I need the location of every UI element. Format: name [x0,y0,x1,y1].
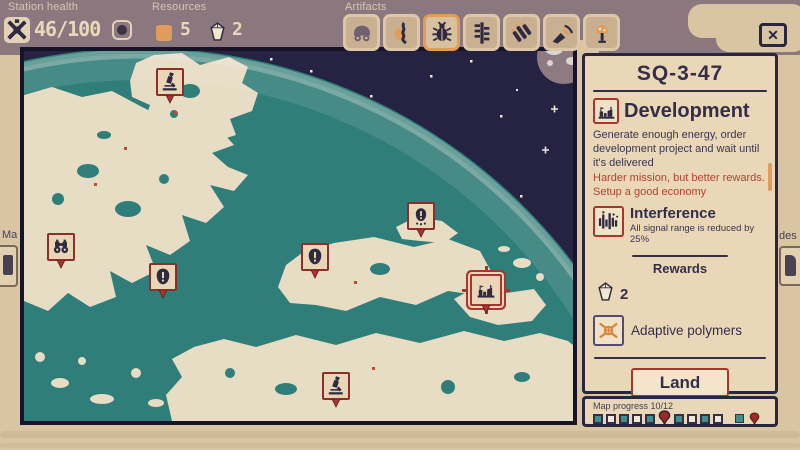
map-progress-panel: Map progress 10/12 [582,396,778,427]
marker-pin-icon [55,260,67,269]
legend-square [735,414,744,423]
development-icon [470,274,502,306]
modifier-name: Interference [630,206,767,222]
reward-gem-count: 2 [620,286,628,303]
background-left-button[interactable] [0,245,18,287]
divider [594,357,766,359]
marker-pin-icon [480,305,492,314]
repair-badge-icon [112,20,132,40]
divider [632,255,728,257]
progress-square [674,414,684,424]
map-marker-microscope[interactable] [322,372,350,408]
interference-icon [593,206,624,237]
microscope-icon [322,372,350,400]
marker-pin-icon [415,229,427,238]
artifact-slot-row [343,14,620,51]
divider [593,90,767,92]
progress-pin-icon [658,410,671,425]
map-progress-squares [593,412,767,425]
background-left-label: Ma [2,229,17,241]
background-right-button[interactable] [779,246,800,286]
planet-map [20,47,577,425]
lamp-artifact-slot[interactable] [583,14,620,51]
map-progress-label: Map progress 10/12 [593,401,767,411]
marker-pin-icon [157,290,169,299]
station-icon [4,17,30,43]
rover-artifact-slot[interactable] [343,14,380,51]
artifact-reward-name: Adaptive polymers [631,323,742,338]
coil-artifact-slot[interactable] [463,14,500,51]
gem-count: 2 [232,19,243,40]
marker-pin-icon [164,95,176,104]
upgrades-button-icon [785,255,796,276]
marker-layer [24,51,573,421]
mission-description: Generate enough energy, order developmen… [593,128,767,170]
pods-artifact-slot[interactable] [503,14,540,51]
alert-icon [149,263,177,291]
alert-icon [301,243,329,271]
specimen-artifact-slot[interactable] [383,14,420,51]
marker-pin-icon [330,399,342,408]
game-screen: Ma des Station health 46/100 Resources 5… [0,0,800,450]
rewards-heading: Rewards [593,261,767,276]
mission-title: SQ-3-47 [593,62,767,86]
mission-type-label: Development [624,100,750,123]
gem-resource-icon [210,22,225,46]
marker-pin-icon [309,270,321,279]
sand-stripe [0,443,800,448]
close-button[interactable]: ✕ [759,23,787,47]
progress-square [713,414,723,424]
progress-square [645,414,655,424]
progress-square [687,414,697,424]
top-bar: Station health 46/100 Resources 5 2 Arti… [0,0,800,55]
progress-square [606,414,616,424]
microscope-icon [156,68,184,96]
mission-warning: Harder mission, but better rewards. Setu… [593,171,767,199]
radar-artifact-slot[interactable] [543,14,580,51]
supply-count: 5 [180,19,191,40]
modifier-description: All signal range is reduced by 25% [630,223,767,245]
map-marker-microscope[interactable] [156,68,184,104]
supply-resource-icon [156,25,172,41]
progress-square [619,414,629,424]
map-marker-development-selected[interactable] [470,274,502,314]
mission-panel: SQ-3-47 Development Generate enough ener… [582,53,778,394]
land-button[interactable]: Land [631,368,729,397]
binoculars-icon [47,233,75,261]
progress-square [593,414,603,424]
beetle-artifact-slot[interactable] [423,14,460,51]
map-marker-creature[interactable] [407,202,435,238]
sand-stripe [0,431,800,438]
map-marker-alert[interactable] [301,243,329,279]
progress-square [700,414,710,424]
reward-gem-icon [598,282,613,306]
station-health-value: 46/100 [34,17,100,41]
map-marker-binoculars[interactable] [47,233,75,269]
development-icon [593,98,619,124]
background-right-label: des [779,230,797,242]
map-marker-alert[interactable] [149,263,177,299]
legend-pin-icon [749,412,760,425]
station-health-label: Station health [8,1,78,13]
map-button-icon [3,255,13,275]
artifacts-label: Artifacts [345,1,387,13]
panel-scrollbar[interactable] [768,163,772,191]
resources-label: Resources [152,1,206,13]
progress-square [632,414,642,424]
creature-icon [407,202,435,230]
artifact-reward-icon [593,315,624,346]
